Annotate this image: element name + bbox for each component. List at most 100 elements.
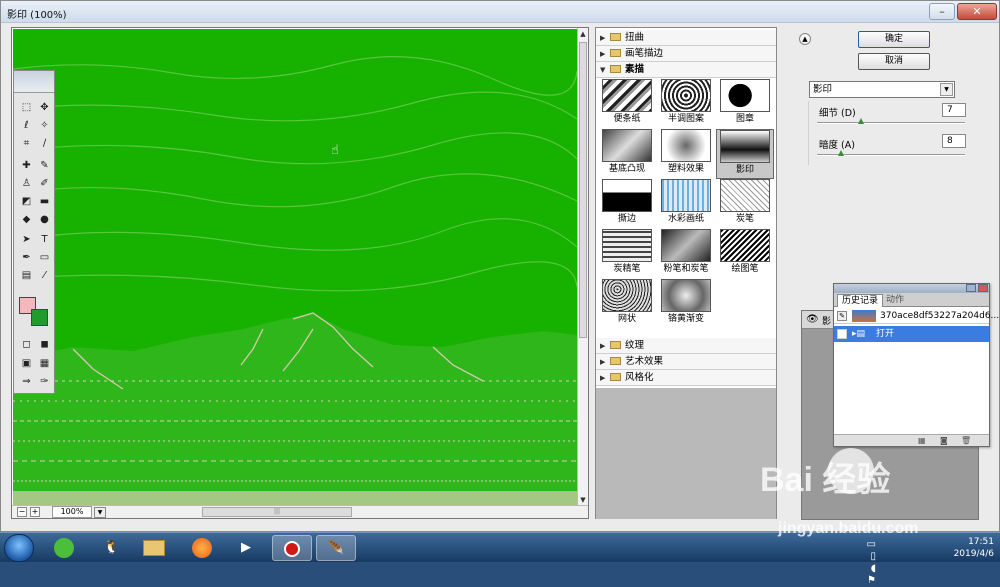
sketch-filter-thumbnails: 便条纸 半调图案 图章 基底凸现 塑料效果 影印 撕边 水彩画纸 炭笔 炭精笔 …	[596, 79, 776, 331]
slice-tool-icon[interactable]: ∕	[36, 135, 53, 152]
category-texture[interactable]: ▶ 纹理	[596, 338, 776, 354]
preview-pane: ▲ ▼ − + 100% ▼ |||	[11, 27, 589, 519]
preview-canvas[interactable]	[13, 29, 577, 505]
filter-thumb-halftone[interactable]: 半调图案	[657, 79, 715, 129]
darkness-slider-knob[interactable]	[837, 150, 844, 156]
zoom-out-button[interactable]: −	[17, 507, 27, 517]
blur-tool-icon[interactable]: ◆	[18, 211, 35, 228]
healing-brush-icon[interactable]: ✚	[18, 157, 35, 174]
trash-icon[interactable]: 🗑	[961, 436, 971, 445]
filter-thumb-conte-crayon[interactable]: 炭精笔	[598, 229, 656, 279]
taskbar-recorder-icon[interactable]	[272, 535, 312, 561]
effect-layer-label: 影	[822, 317, 832, 327]
path-select-icon[interactable]: ➤	[18, 231, 35, 248]
filter-thumb-photocopy-selected[interactable]: 影印	[716, 129, 774, 179]
new-document-from-state-icon[interactable]: ▦	[918, 436, 926, 445]
history-palette-titlebar[interactable]	[834, 284, 989, 293]
palette-minimize-icon[interactable]	[966, 284, 976, 292]
visibility-eye-icon[interactable]: 👁	[806, 314, 819, 325]
darkness-value-field[interactable]: 8	[942, 134, 966, 148]
background-color-swatch[interactable]	[31, 309, 48, 326]
filter-thumb-water-paper[interactable]: 水彩画纸	[657, 179, 715, 229]
tab-actions[interactable]: 动作	[882, 294, 908, 307]
collapse-gallery-icon[interactable]: ▲	[799, 33, 811, 45]
taskbar-video-icon[interactable]: ▶	[226, 535, 266, 561]
category-brush-strokes[interactable]: ▶ 画笔描边	[596, 46, 776, 62]
minimize-button[interactable]: –	[929, 3, 955, 20]
magic-wand-icon[interactable]: ✧	[36, 117, 53, 134]
zoom-level-field[interactable]: 100%	[52, 506, 92, 518]
filter-thumb-torn-edges[interactable]: 撕边	[598, 179, 656, 229]
filter-select[interactable]: 影印 ▼	[809, 81, 955, 98]
imageready-icon[interactable]: ✑	[36, 373, 53, 390]
category-stylize[interactable]: ▶ 风格化	[596, 370, 776, 386]
gradient-tool-icon[interactable]: ▬	[36, 193, 53, 210]
taskbar-qq-icon[interactable]: 🐧	[92, 535, 132, 561]
taskbar-photoshop-icon[interactable]: 🪶	[316, 535, 356, 561]
watermark-brand: Bai 经验	[760, 461, 891, 499]
eyedropper-icon[interactable]: ⁄	[36, 267, 53, 284]
tab-history[interactable]: 历史记录	[837, 294, 884, 307]
move-tool-icon[interactable]: ✥	[36, 99, 53, 116]
type-tool-icon[interactable]: T	[36, 231, 53, 248]
dodge-tool-icon[interactable]: ●	[36, 211, 53, 228]
filter-thumb-reticulation[interactable]: 网状	[598, 279, 656, 329]
history-brush-icon[interactable]: ✐	[36, 175, 53, 192]
filter-thumb-bas-relief[interactable]: 基底凸现	[598, 129, 656, 179]
marquee-tool-icon[interactable]: ⬚	[18, 99, 35, 116]
zoom-dropdown-icon[interactable]: ▼	[94, 507, 106, 518]
vertical-scroll-thumb[interactable]	[579, 42, 587, 338]
history-brush-source-box[interactable]	[837, 329, 847, 339]
snapshot-brush-icon[interactable]: ✎	[837, 311, 847, 321]
tools-palette-header[interactable]	[14, 71, 54, 93]
quick-mask-icon[interactable]: ◼	[36, 336, 53, 353]
category-distort[interactable]: ▶ 扭曲	[596, 30, 776, 46]
watermark-url: jingyan.baidu.com	[778, 520, 919, 537]
filter-thumb-stamp[interactable]: 图章	[716, 79, 774, 129]
shape-tool-icon[interactable]: ▭	[36, 249, 53, 266]
preview-vertical-scrollbar[interactable]: ▲ ▼	[577, 28, 588, 506]
category-sketch[interactable]: ▼ 素描	[596, 62, 776, 78]
screen-mode-icon[interactable]: ▣	[18, 355, 35, 372]
notes-tool-icon[interactable]: ▤	[18, 267, 35, 284]
palette-close-icon[interactable]	[978, 284, 988, 292]
detail-slider-knob[interactable]	[858, 118, 865, 124]
folder-icon	[610, 341, 621, 349]
lasso-tool-icon[interactable]: ℓ	[18, 117, 35, 134]
brush-tool-icon[interactable]: ✎	[36, 157, 53, 174]
clock-date[interactable]: 2019/4/6	[954, 548, 994, 560]
new-snapshot-icon[interactable]: ◙	[940, 436, 948, 445]
detail-value-field[interactable]: 7	[942, 103, 966, 117]
filter-thumb-plaster[interactable]: 塑料效果	[657, 129, 715, 179]
category-artistic[interactable]: ▶ 艺术效果	[596, 354, 776, 370]
crop-tool-icon[interactable]: ⌗	[18, 135, 35, 152]
history-step-row[interactable]: ▸▤ 打开	[834, 326, 989, 342]
fullscreen-mode-icon[interactable]: ▦	[36, 355, 53, 372]
filter-preview-image	[720, 79, 770, 112]
filter-thumb-charcoal[interactable]: 炭笔	[716, 179, 774, 229]
darkness-slider[interactable]	[817, 150, 965, 156]
taskbar-explorer-icon[interactable]	[134, 535, 174, 561]
tools-palette: ⬚ ✥ ℓ ✧ ⌗ ∕ ✚ ✎ ♙ ✐ ◩ ▬ ◆ ● ➤ T ✒ ▭ ▤ ⁄ …	[13, 70, 55, 394]
horizontal-scroll-thumb[interactable]: |||	[202, 507, 352, 517]
zoom-in-button[interactable]: +	[30, 507, 40, 517]
jump-to-imageready-icon[interactable]: ⇒	[18, 373, 35, 390]
pen-tool-icon[interactable]: ✒	[18, 249, 35, 266]
close-button[interactable]: ✕	[957, 3, 997, 20]
filter-thumb-note-paper[interactable]: 便条纸	[598, 79, 656, 129]
filter-thumb-chrome[interactable]: 铬黄渐变	[657, 279, 715, 329]
history-snapshot-row[interactable]: ✎ 370ace8df53227a204d6...	[834, 308, 999, 324]
eraser-tool-icon[interactable]: ◩	[18, 193, 35, 210]
ok-button[interactable]: 确定	[858, 31, 930, 48]
filter-preview-image	[602, 279, 652, 312]
filter-thumb-chalk-charcoal[interactable]: 粉笔和炭笔	[657, 229, 715, 279]
scroll-up-arrow-icon[interactable]: ▲	[578, 28, 588, 40]
standard-mode-icon[interactable]: ◻	[18, 336, 35, 353]
detail-slider[interactable]	[817, 118, 965, 124]
start-button[interactable]	[4, 534, 34, 562]
clone-stamp-icon[interactable]: ♙	[18, 175, 35, 192]
filter-thumb-graphic-pen[interactable]: 绘图笔	[716, 229, 774, 279]
cancel-button[interactable]: 取消	[858, 53, 930, 70]
taskbar-360-browser-icon[interactable]	[44, 535, 84, 561]
taskbar-firefox-icon[interactable]	[182, 535, 222, 561]
